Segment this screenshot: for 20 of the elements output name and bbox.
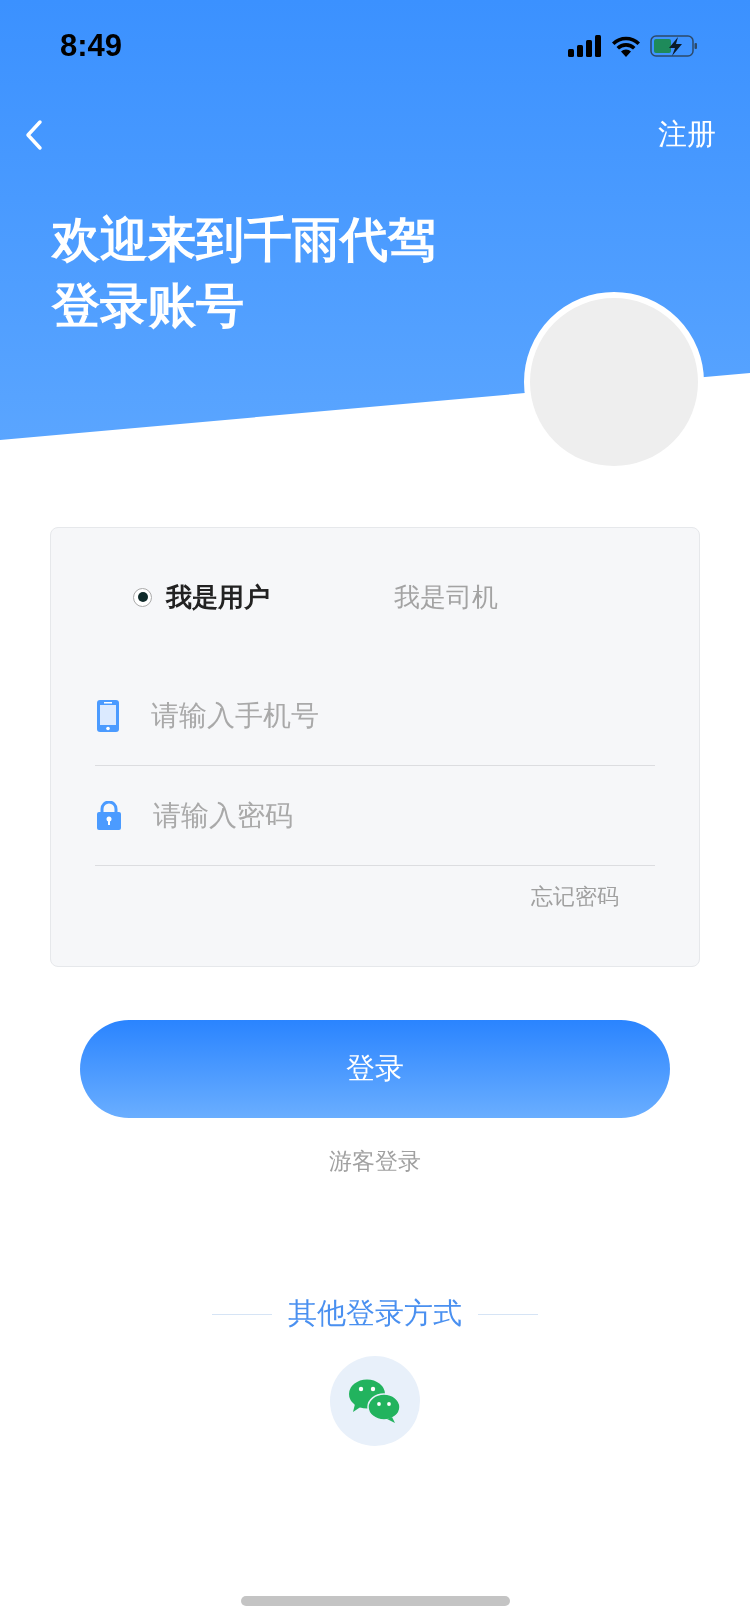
back-button[interactable] xyxy=(24,117,44,152)
chat-bubbles-icon xyxy=(349,1379,401,1423)
lock-icon xyxy=(97,801,121,830)
role-option[interactable]: 我是司机 xyxy=(394,579,655,615)
login-button[interactable]: 登录 xyxy=(80,1020,670,1118)
guest-login-link[interactable]: 游客登录 xyxy=(329,1146,421,1177)
signal-icon xyxy=(568,35,602,57)
welcome-title: 欢迎来到千雨代驾 xyxy=(52,212,437,266)
input-field[interactable]: 请输入密码 xyxy=(151,798,655,833)
battery-charging-icon xyxy=(650,35,698,57)
radio-icon xyxy=(133,587,152,607)
input-field[interactable]: 请输入手机号 xyxy=(149,698,655,733)
forgot-password-link[interactable]: 忘记密码 xyxy=(531,882,619,912)
wifi-icon xyxy=(611,35,641,57)
register-link[interactable]: 注册 xyxy=(658,114,716,155)
phone-icon xyxy=(97,699,119,732)
role-option[interactable]: 我是用户 xyxy=(133,579,394,615)
other-login-title: 其他登录方式 xyxy=(288,1295,462,1332)
status-time: 8:49 xyxy=(60,28,123,64)
welcome-title: 登录账号 xyxy=(52,278,245,332)
